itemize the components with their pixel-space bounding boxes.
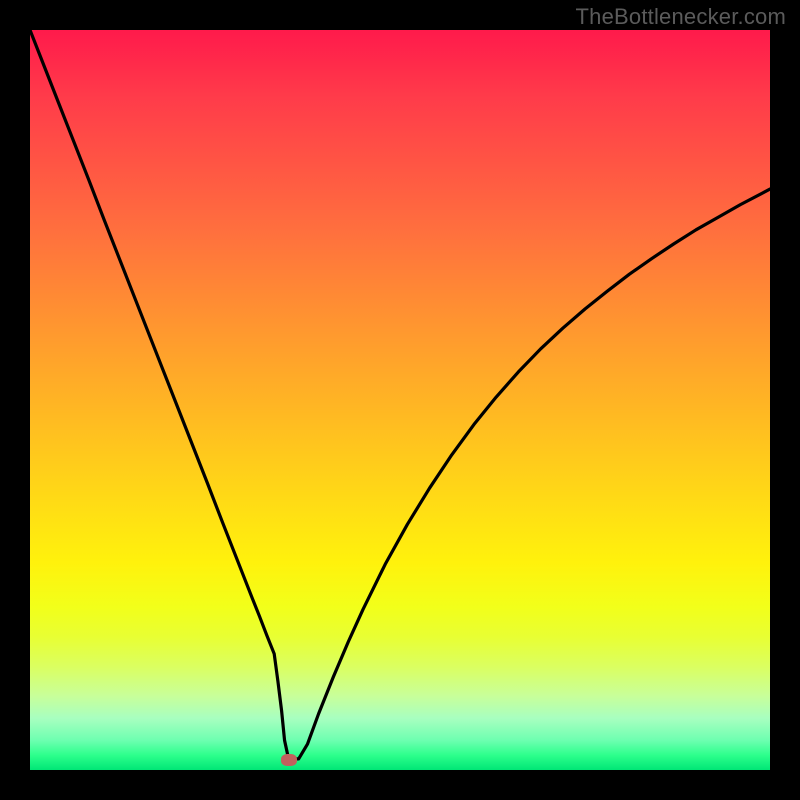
optimal-point-marker (281, 754, 297, 766)
curve-svg (30, 30, 770, 770)
plot-area (30, 30, 770, 770)
bottleneck-curve (30, 30, 770, 759)
watermark-text: TheBottlenecker.com (576, 4, 786, 30)
chart-stage: TheBottlenecker.com (0, 0, 800, 800)
